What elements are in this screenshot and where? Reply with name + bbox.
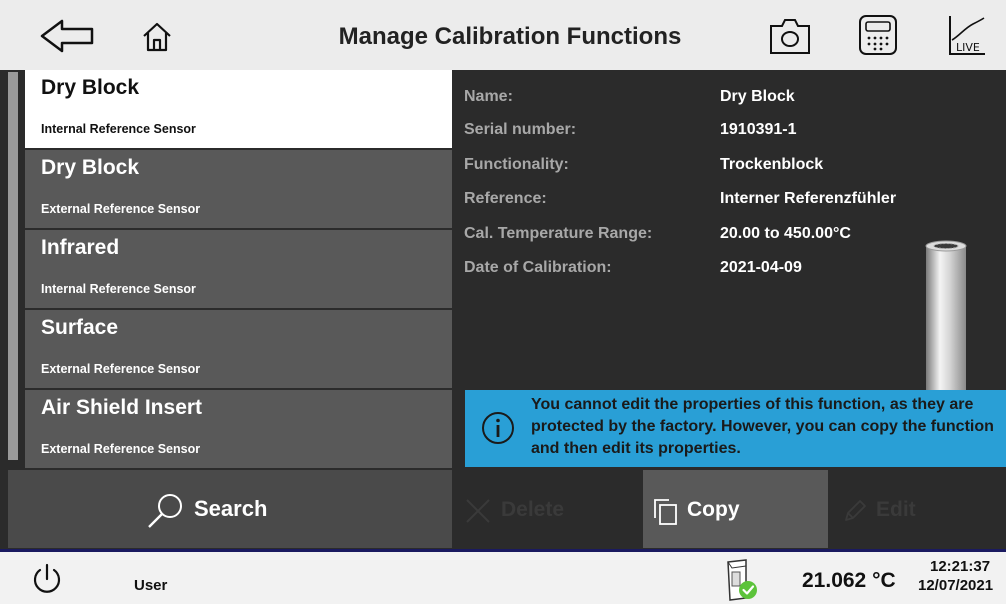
list-item-name: Dry Block bbox=[41, 76, 140, 99]
edit-button[interactable]: Edit bbox=[830, 470, 1006, 548]
detail-value: Dry Block bbox=[720, 88, 795, 105]
pencil-icon bbox=[845, 500, 866, 521]
list-item-dry-block-external[interactable]: Dry Block External Reference Sensor bbox=[25, 150, 452, 228]
info-icon bbox=[482, 412, 514, 444]
list-item-name: Air Shield Insert bbox=[41, 396, 203, 419]
device-status-icon bbox=[727, 559, 757, 601]
detail-label: Cal. Temperature Range: bbox=[464, 225, 653, 242]
copy-button-label: Copy bbox=[687, 498, 740, 521]
delete-button-label: Delete bbox=[501, 498, 565, 521]
copy-button[interactable]: Copy bbox=[643, 470, 828, 548]
list-item-reference: External Reference Sensor bbox=[41, 442, 201, 456]
power-icon[interactable] bbox=[30, 562, 64, 596]
detail-value: 20.00 to 450.00°C bbox=[720, 225, 851, 242]
header-bar: Manage Calibration Functions LIVE bbox=[0, 0, 1006, 70]
list-item-air-shield-insert[interactable]: Air Shield Insert External Reference Sen… bbox=[25, 390, 452, 468]
edit-button-label: Edit bbox=[876, 498, 916, 521]
live-chart-icon[interactable]: LIVE bbox=[947, 14, 987, 58]
copy-icon bbox=[654, 499, 677, 525]
protected-function-info-banner: You cannot edit the properties of this f… bbox=[465, 390, 1006, 467]
list-item-name: Dry Block bbox=[41, 156, 140, 179]
calculator-icon[interactable] bbox=[858, 14, 898, 56]
list-item-infrared[interactable]: Infrared Internal Reference Sensor bbox=[25, 230, 452, 308]
detail-value: Trockenblock bbox=[720, 156, 824, 173]
search-button-label: Search bbox=[194, 496, 268, 521]
list-item-name: Surface bbox=[41, 316, 119, 339]
status-bar: User 21.062 °C 12:21:37 12/07/2021 bbox=[0, 552, 1006, 604]
list-item-reference: External Reference Sensor bbox=[41, 202, 201, 216]
list-item-name: Infrared bbox=[41, 236, 120, 259]
page-title: Manage Calibration Functions bbox=[338, 23, 682, 50]
list-item-reference: Internal Reference Sensor bbox=[41, 122, 196, 136]
back-arrow-icon[interactable] bbox=[40, 18, 96, 54]
live-label: LIVE bbox=[956, 41, 980, 54]
close-icon bbox=[466, 499, 490, 523]
list-item-surface[interactable]: Surface External Reference Sensor bbox=[25, 310, 452, 388]
list-item-reference: Internal Reference Sensor bbox=[41, 282, 196, 296]
search-icon bbox=[148, 494, 182, 528]
detail-label: Date of Calibration: bbox=[464, 259, 612, 276]
user-label[interactable]: User bbox=[134, 577, 167, 594]
dry-block-illustration bbox=[925, 240, 967, 390]
clock-time: 12:21:37 bbox=[930, 558, 991, 575]
home-icon[interactable] bbox=[140, 20, 174, 54]
delete-button[interactable]: Delete bbox=[455, 470, 641, 548]
list-scrollbar[interactable] bbox=[8, 72, 18, 460]
detail-value: Interner Referenzfühler bbox=[720, 190, 897, 207]
detail-label: Reference: bbox=[464, 190, 547, 207]
current-temperature: 21.062 °C bbox=[802, 569, 896, 592]
list-item-reference: External Reference Sensor bbox=[41, 362, 201, 376]
detail-value: 2021-04-09 bbox=[720, 259, 802, 276]
detail-label: Serial number: bbox=[464, 121, 577, 138]
detail-label: Functionality: bbox=[464, 156, 569, 173]
detail-value: 1910391-1 bbox=[720, 121, 797, 138]
clock-date: 12/07/2021 bbox=[918, 577, 994, 594]
info-message: You cannot edit the properties of this f… bbox=[531, 396, 994, 457]
detail-label: Name: bbox=[464, 88, 513, 105]
list-item-dry-block-internal[interactable]: Dry Block Internal Reference Sensor bbox=[25, 70, 452, 148]
search-button[interactable]: Search bbox=[8, 470, 452, 548]
camera-icon[interactable] bbox=[768, 16, 812, 56]
